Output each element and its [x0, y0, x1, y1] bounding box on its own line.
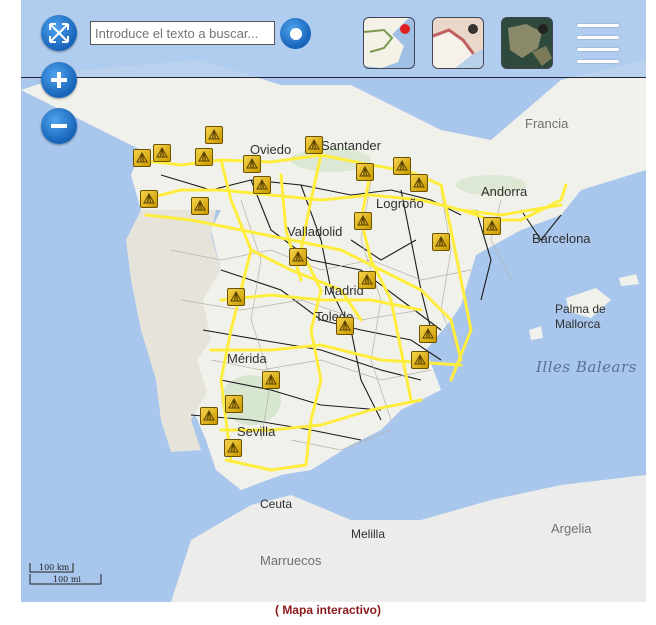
scallop-shell-marker-icon[interactable]: [243, 155, 261, 173]
menu-line: [577, 24, 619, 27]
scale-km-label: 100 km: [39, 563, 70, 572]
street-map-layer-button[interactable]: [363, 17, 415, 69]
scallop-shell-marker-icon[interactable]: [419, 325, 437, 343]
scallop-shell-marker-icon[interactable]: [354, 212, 372, 230]
label-barcelona: Barcelona: [532, 231, 591, 246]
satellite-layer-icon: [502, 18, 552, 68]
scallop-shell-marker-icon[interactable]: [262, 371, 280, 389]
land-menorca: [619, 274, 639, 286]
label-illes-balears: Illes Balears: [536, 358, 637, 376]
scallop-shell-marker-icon[interactable]: [432, 233, 450, 251]
scallop-shell-marker-icon[interactable]: [153, 144, 171, 162]
scallop-shell-marker-icon[interactable]: [205, 126, 223, 144]
scallop-shell-marker-icon[interactable]: [483, 217, 501, 235]
label-ceuta: Ceuta: [260, 497, 293, 511]
scallop-shell-marker-icon[interactable]: [191, 197, 209, 215]
scallop-shell-marker-icon[interactable]: [253, 176, 271, 194]
scallop-shell-marker-icon[interactable]: [356, 163, 374, 181]
scallop-shell-marker-icon[interactable]: [410, 174, 428, 192]
scallop-shell-marker-icon[interactable]: [195, 148, 213, 166]
scallop-shell-marker-icon[interactable]: [140, 190, 158, 208]
arrows-expand-icon[interactable]: [41, 15, 77, 51]
menu-line: [577, 60, 619, 63]
scallop-shell-marker-icon[interactable]: [200, 407, 218, 425]
scallop-shell-marker-icon[interactable]: [358, 271, 376, 289]
map-caption: ( Mapa interactivo): [274, 603, 382, 617]
label-logrono: Logroño: [376, 196, 424, 211]
label-argelia: Argelia: [551, 521, 592, 536]
scallop-shell-marker-icon[interactable]: [336, 317, 354, 335]
label-merida: Mérida: [227, 351, 267, 366]
zoom-in-button[interactable]: [41, 62, 77, 98]
zoom-out-button[interactable]: [41, 108, 77, 144]
scale-mi-label: 100 mi: [53, 575, 81, 584]
search-input[interactable]: [90, 21, 275, 45]
scallop-shell-marker-icon[interactable]: [411, 351, 429, 369]
fit-extent-icon: [49, 23, 69, 43]
terrain-layer-button[interactable]: [432, 17, 484, 69]
hamburger-menu-icon[interactable]: [574, 20, 622, 66]
menu-line: [577, 36, 619, 39]
search-circle-icon[interactable]: [280, 18, 311, 49]
street-map-layer-icon: [364, 24, 410, 68]
satellite-layer-button[interactable]: [501, 17, 553, 69]
label-palma: Palma de: [555, 302, 606, 316]
land-africa: [171, 475, 646, 602]
scallop-shell-marker-icon[interactable]: [305, 136, 323, 154]
label-mallorca: Mallorca: [555, 317, 601, 331]
scallop-shell-marker-icon[interactable]: [227, 288, 245, 306]
minus-icon: [51, 124, 67, 128]
map-canvas[interactable]: Francia Andorra Barcelona Palma de Mallo…: [21, 0, 646, 602]
scallop-shell-marker-icon[interactable]: [393, 157, 411, 175]
scallop-shell-marker-icon[interactable]: [289, 248, 307, 266]
label-valladolid: Valladolid: [287, 224, 343, 239]
label-sevilla: Sevilla: [237, 424, 276, 439]
scallop-shell-marker-icon[interactable]: [224, 439, 242, 457]
menu-line: [577, 48, 619, 51]
terrain-layer-icon: [433, 24, 483, 68]
label-santander: Santander: [321, 138, 381, 153]
land-ibiza: [529, 326, 543, 340]
label-melilla: Melilla: [351, 527, 386, 541]
scallop-shell-marker-icon[interactable]: [225, 395, 243, 413]
plus-icon: [51, 72, 67, 88]
map-toolbar: [21, 0, 646, 78]
label-francia: Francia: [525, 116, 569, 131]
map-basemap: [21, 60, 646, 602]
scale-bar: 100 km 100 mi: [29, 562, 109, 588]
label-andorra: Andorra: [481, 184, 528, 199]
scallop-shell-marker-icon[interactable]: [133, 149, 151, 167]
label-marruecos: Marruecos: [260, 553, 322, 568]
